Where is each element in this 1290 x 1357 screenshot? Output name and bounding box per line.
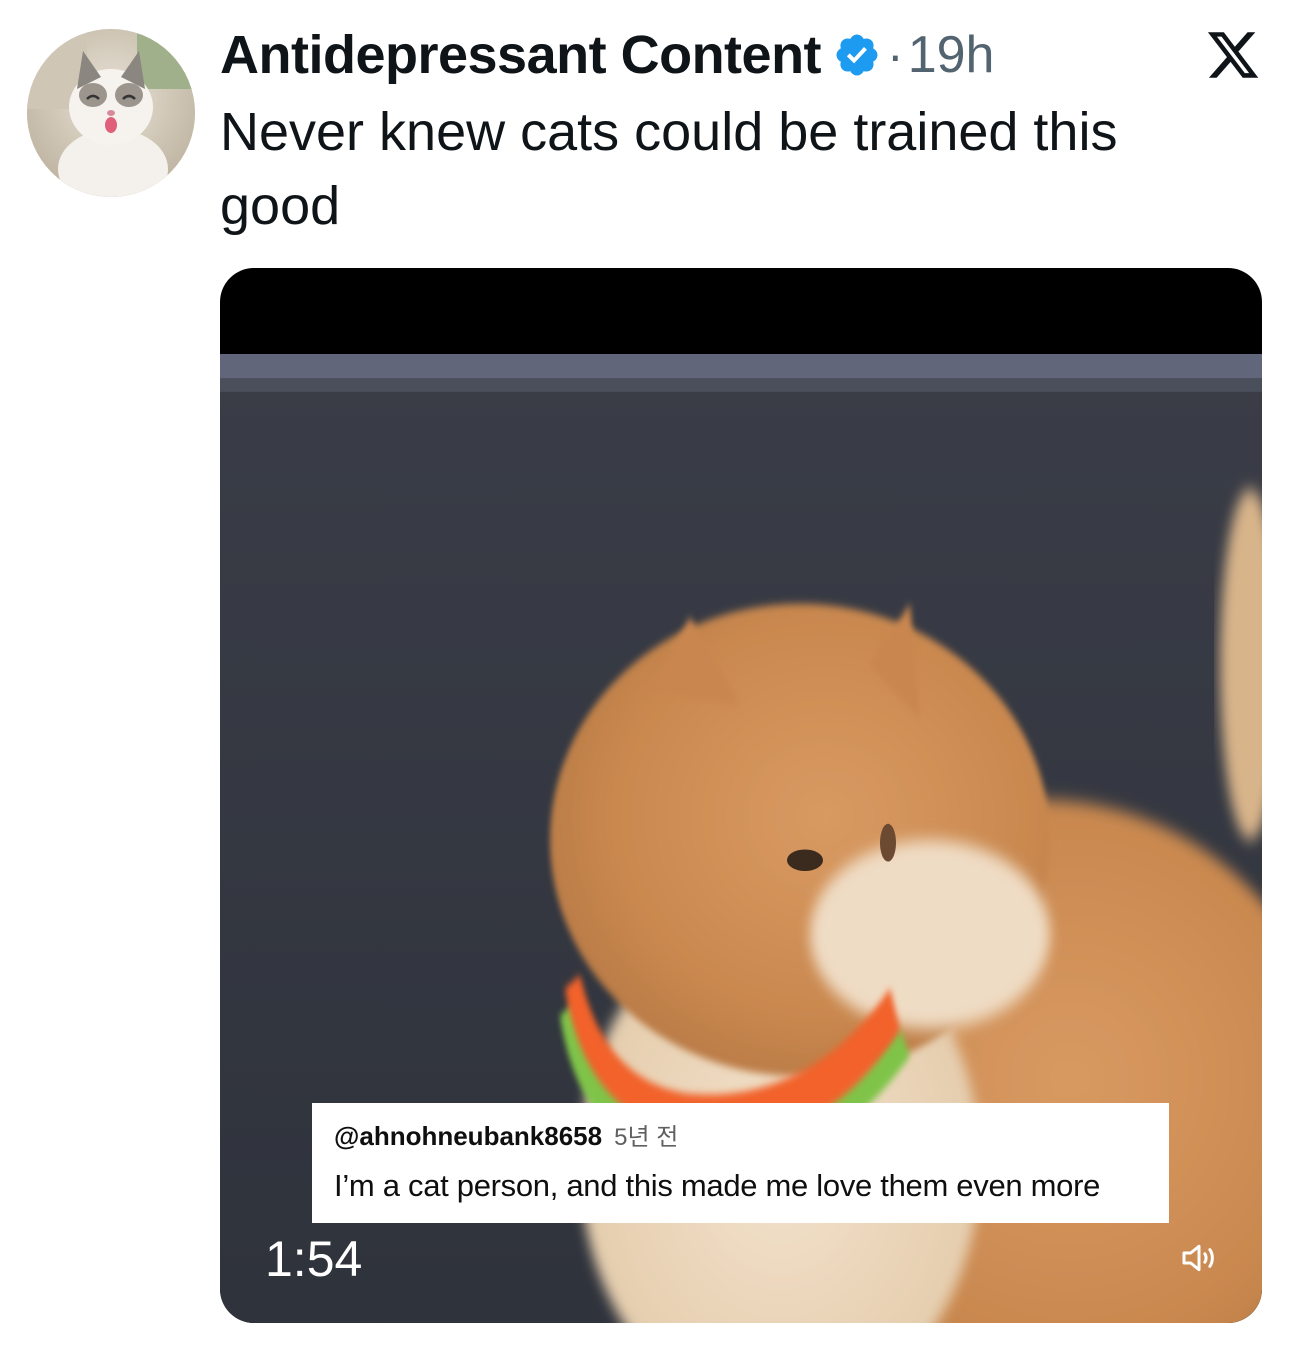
overlay-comment-card: @ahnohneubank8658 5년 전 I’m a cat person,… — [312, 1103, 1169, 1223]
author-display-name[interactable]: Antidepressant Content — [220, 24, 822, 86]
video-player[interactable]: @ahnohneubank8658 5년 전 I’m a cat person,… — [220, 268, 1262, 1323]
tweet-text: Never knew cats could be trained this go… — [220, 102, 1118, 236]
author-avatar[interactable] — [27, 29, 195, 197]
comment-username: @ahnohneubank8658 — [334, 1121, 603, 1151]
verified-badge-icon[interactable] — [833, 31, 881, 79]
header-separator: · — [887, 27, 904, 83]
comment-age: 5년 전 — [614, 1124, 679, 1151]
tweet-timestamp[interactable]: 19h — [908, 25, 995, 85]
avatar-cat-image — [27, 29, 195, 197]
tweet-header: Antidepressant Content · 19h — [220, 22, 994, 88]
speaker-volume-icon[interactable] — [1178, 1238, 1220, 1278]
x-logo-icon[interactable] — [1205, 27, 1261, 83]
video-duration: 1:54 — [265, 1231, 363, 1287]
comment-text: I’m a cat person, and this made me love … — [334, 1168, 1101, 1203]
